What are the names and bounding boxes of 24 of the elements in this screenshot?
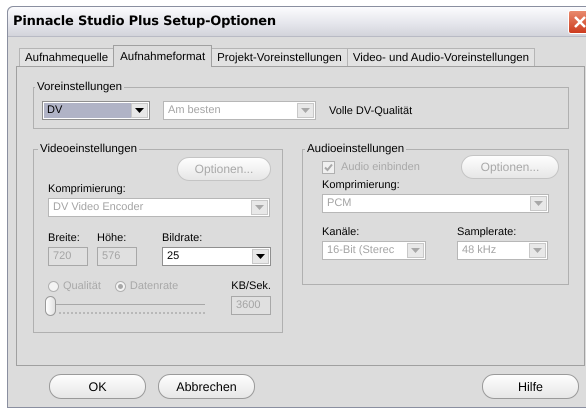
field-label: Bildrate: [162, 232, 204, 244]
check-icon [324, 162, 333, 172]
dropdown[interactable]: DV [42, 101, 150, 120]
group-title: Voreinstellungen [36, 81, 124, 93]
dialog-button[interactable]: OK [49, 374, 146, 399]
field-label: Kanäle: [322, 226, 360, 238]
field-label: Breite: [48, 232, 81, 244]
field-label: Komprimierung: [48, 183, 127, 195]
dropdown[interactable]: 25 [162, 247, 271, 266]
group-title: Videoeinstellungen [39, 143, 138, 155]
tab[interactable]: Video- und Audio-Voreinstellungen [346, 48, 536, 66]
window-title: Pinnacle Studio Plus Setup-Optionen [13, 14, 276, 29]
tab[interactable]: Aufnahmequelle [19, 48, 114, 66]
description-text: Volle DV-Qualität [329, 104, 412, 116]
field-label: Samplerate: [457, 226, 518, 238]
dialog-button[interactable]: Hilfe [482, 374, 579, 399]
field-label: Komprimierung: [322, 179, 401, 191]
field-label: KB/Sek. [231, 280, 271, 292]
dialog-button[interactable]: Abbrechen [158, 374, 255, 399]
group-title: Audioeinstellungen [306, 143, 406, 155]
tab[interactable]: Aufnahmeformat [113, 45, 212, 67]
field-label: Höhe: [97, 232, 128, 244]
close-icon[interactable] [568, 10, 586, 34]
tab[interactable]: Projekt-Voreinstellungen [211, 48, 348, 66]
